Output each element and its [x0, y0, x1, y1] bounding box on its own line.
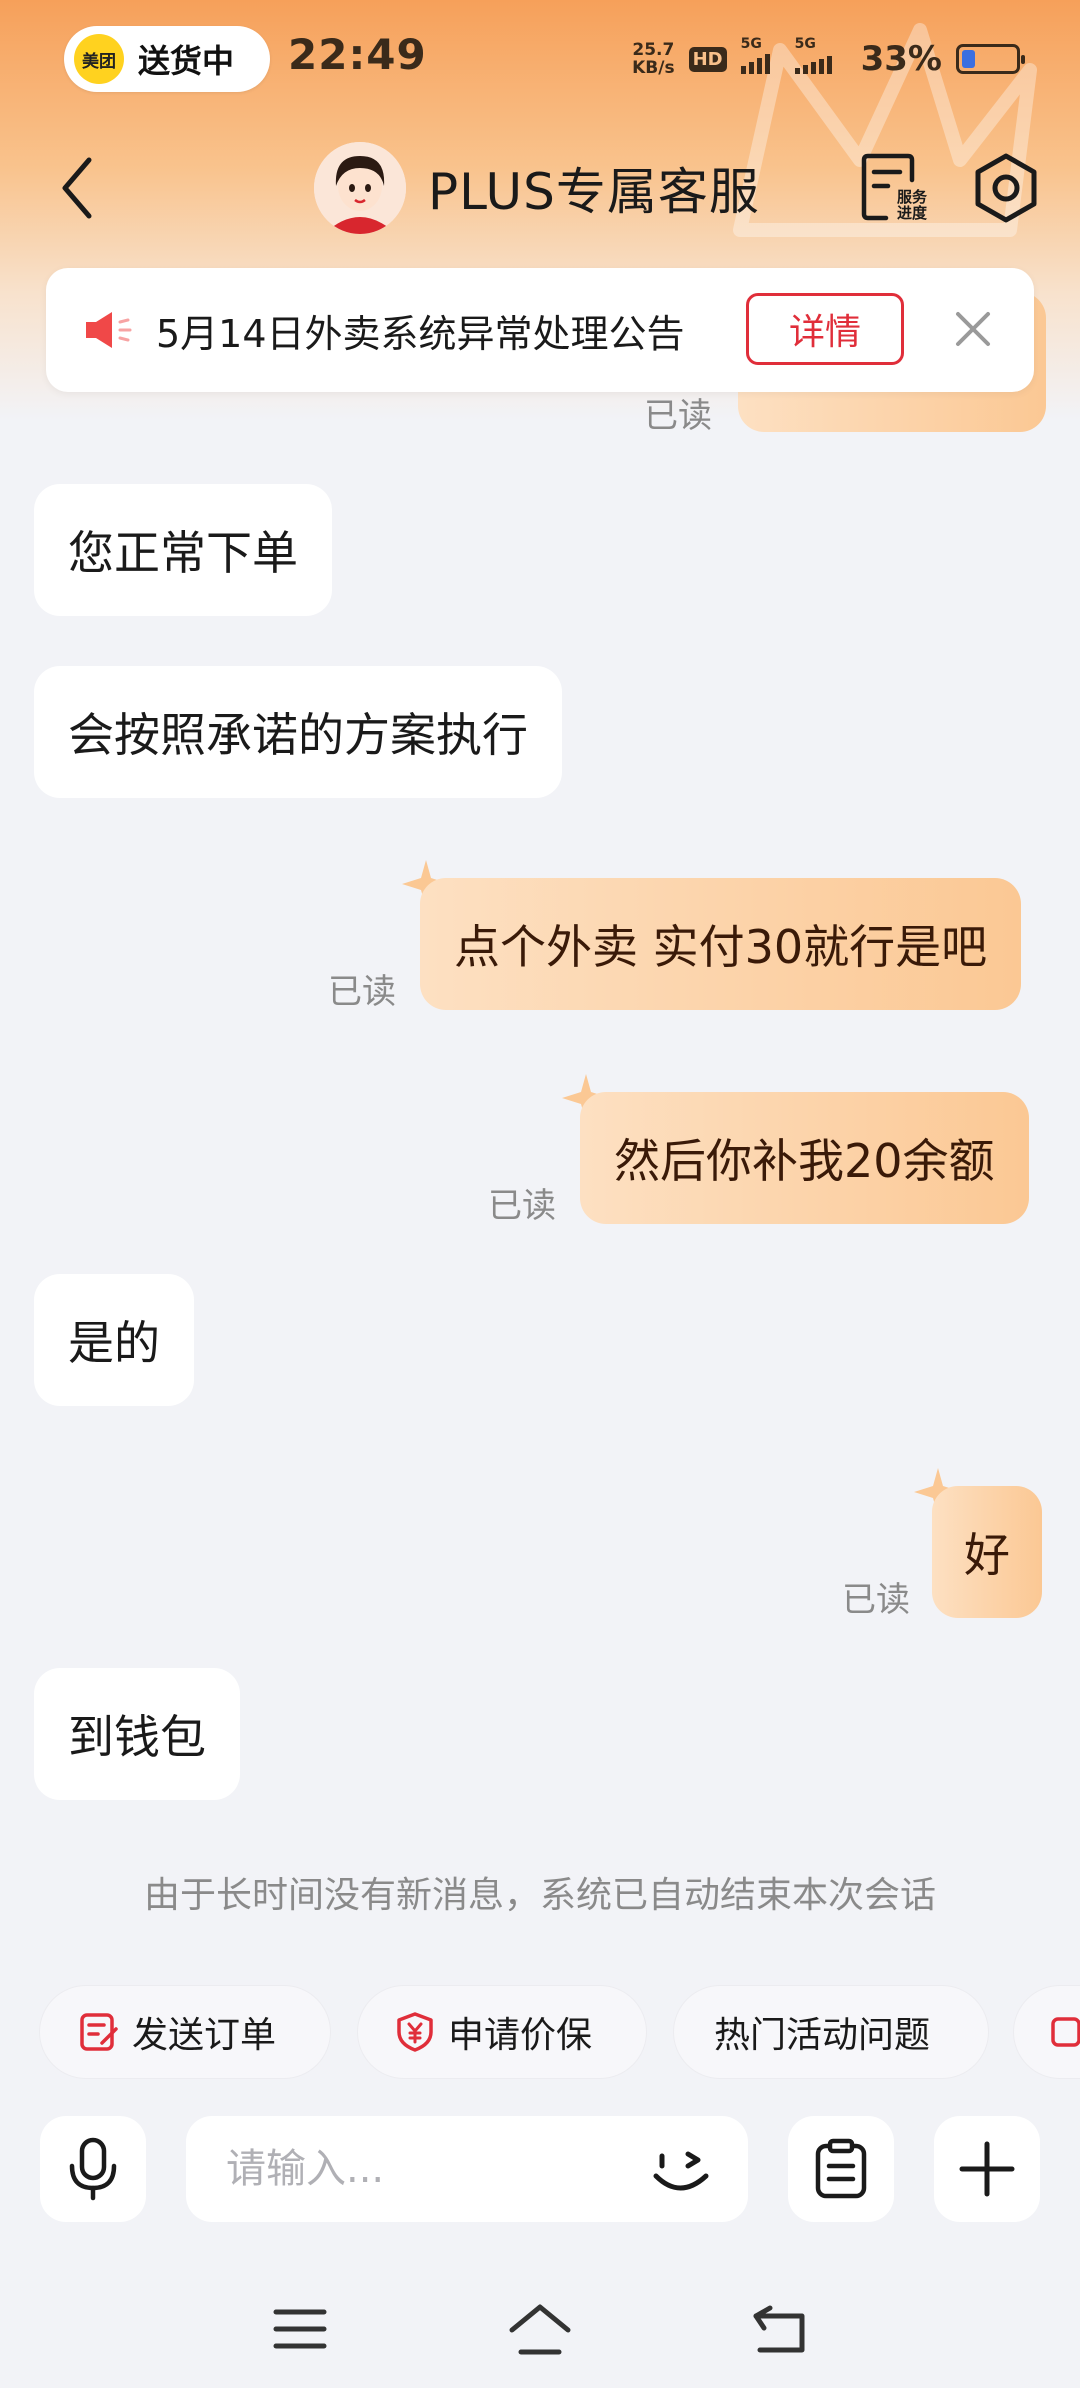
speaker-icon [86, 312, 132, 348]
emoji-icon[interactable] [648, 2138, 714, 2204]
menu-icon [273, 2309, 327, 2349]
read-status: 已读 [488, 1186, 556, 1226]
gear-icon [975, 153, 1037, 223]
service-progress-icon: 服务 进度 [861, 153, 928, 222]
network-speed: 25.7 KB/s [632, 41, 674, 77]
message-input-container [186, 2116, 748, 2222]
chat-title-group: PLUS专属客服 [314, 140, 760, 236]
hd-icon: HD [688, 46, 727, 72]
price-protect-label: 申请价保 [448, 2015, 593, 2056]
voice-input-button[interactable] [40, 2116, 146, 2222]
battery-percent: 33% [860, 39, 942, 79]
session-ended-notice: 由于长时间没有新消息，系统已自动结束本次会话 [143, 1875, 936, 1916]
system-icons: 25.7 KB/s HD 5G 5G 33% [632, 34, 1025, 84]
send-order-label: 发送订单 [132, 2015, 277, 2056]
announcement-text: 5月14日外卖系统异常处理公告 [156, 311, 685, 356]
announcement-banner[interactable]: 5月14日外卖系统异常处理公告 详情 [46, 268, 1034, 392]
clipboard-icon [815, 2138, 867, 2199]
network-speed-value: 25.7 [632, 40, 675, 60]
delivery-icon [1051, 2017, 1080, 2047]
status-bar: 美团 送货中 22:49 25.7 KB/s HD 5G 5G 33% [0, 0, 1080, 112]
message-input[interactable] [226, 2116, 646, 2222]
hot-questions-button[interactable]: 热门活动问题 [674, 1986, 988, 2078]
agent-avatar-image [314, 142, 406, 234]
quick-actions-bar: 发送订单 申请价保 热门活动问题 [0, 1986, 1080, 2078]
hot-questions-label: 热门活动问题 [714, 2015, 931, 2056]
incoming-message[interactable]: 会按照承诺的方案执行 [34, 666, 562, 798]
signal-icon: 5G [740, 36, 781, 74]
delivery-status-pill[interactable]: 美团 送货中 [64, 26, 270, 92]
microphone-icon [69, 2137, 117, 2201]
incoming-message[interactable]: 您正常下单 [34, 484, 332, 616]
delivery-status-text: 送货中 [138, 42, 235, 80]
outgoing-message[interactable]: 点个外卖 实付30就行是吧 [420, 878, 1022, 1010]
battery-fill [962, 50, 976, 68]
more-options-button[interactable] [934, 2116, 1040, 2222]
shield-yen-icon [397, 2012, 433, 2052]
chevron-left-icon [62, 157, 92, 219]
battery-icon [956, 44, 1025, 74]
send-order-button[interactable]: 发送订单 [40, 1986, 330, 2078]
service-progress-label-2: 进度 [897, 204, 928, 222]
signal-2-label: 5G [794, 36, 816, 52]
network-speed-unit: KB/s [632, 58, 675, 78]
read-status: 已读 [842, 1580, 910, 1620]
close-icon[interactable] [946, 302, 1000, 356]
menu-button[interactable] [260, 2294, 340, 2364]
order-icon [80, 2013, 118, 2051]
incoming-message[interactable]: 是的 [34, 1274, 194, 1406]
more-action-chip[interactable] [1014, 1986, 1080, 2078]
read-status: 已读 [328, 972, 396, 1012]
home-button[interactable] [500, 2294, 580, 2364]
back-nav-button[interactable] [740, 2294, 820, 2364]
announcement-detail-button[interactable]: 详情 [746, 293, 904, 365]
back-icon [753, 2305, 805, 2353]
outgoing-message[interactable]: 好 [932, 1486, 1042, 1618]
signal-icon: 5G [794, 36, 847, 74]
meituan-logo: 美团 [74, 34, 124, 84]
clipboard-button[interactable] [788, 2116, 894, 2222]
home-icon [509, 2304, 571, 2355]
back-button[interactable] [46, 148, 106, 228]
price-protect-button[interactable]: 申请价保 [358, 1986, 646, 2078]
plus-icon [959, 2141, 1015, 2197]
incoming-message[interactable]: 到钱包 [34, 1668, 240, 1800]
system-navigation-bar [0, 2280, 1080, 2388]
avatar [314, 142, 406, 234]
service-progress-button[interactable]: 服务 进度 [858, 150, 932, 224]
clock: 22:49 [288, 30, 427, 79]
read-status: 已读 [644, 396, 712, 436]
page-title: PLUS专属客服 [428, 163, 760, 221]
signal-1-label: 5G [740, 36, 762, 52]
outgoing-message[interactable]: 然后你补我20余额 [580, 1092, 1029, 1224]
settings-button[interactable] [968, 150, 1044, 226]
